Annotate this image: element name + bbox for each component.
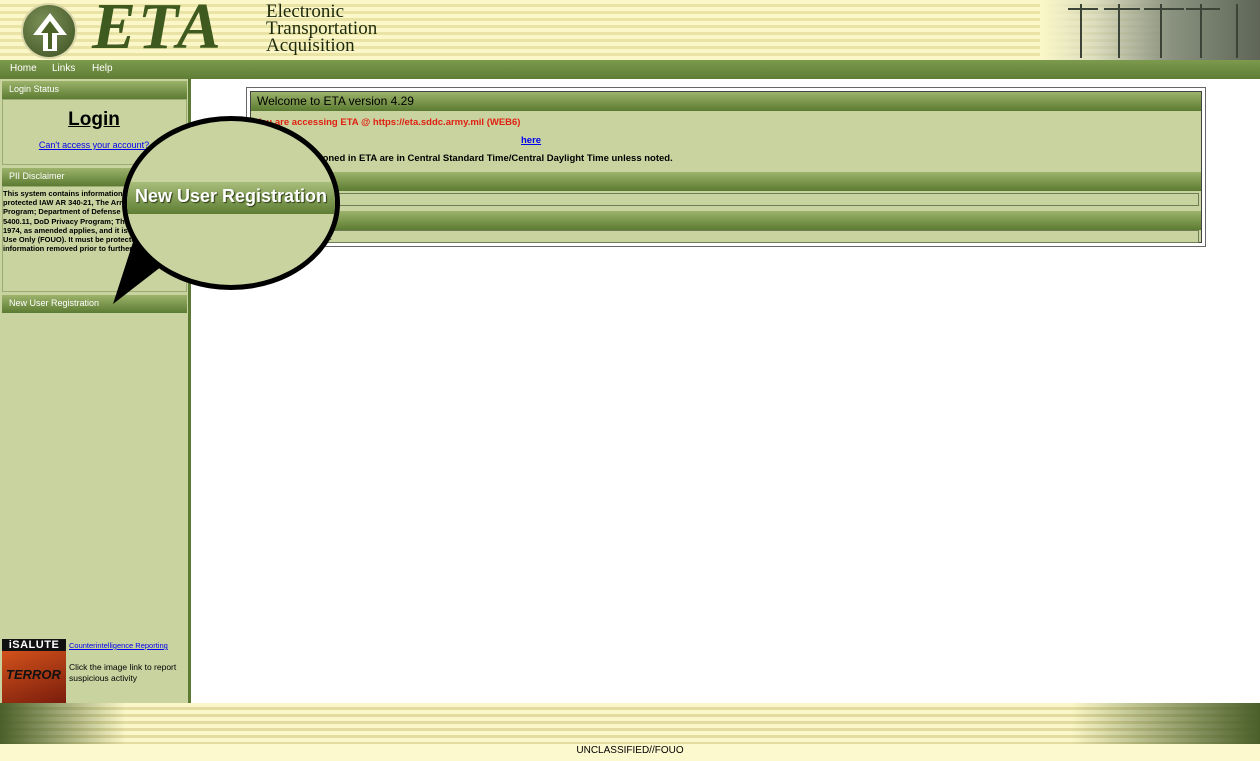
isalute-image-link[interactable]: iSALUTE TERROR <box>2 639 66 703</box>
section-content-box: y. <box>255 230 1199 243</box>
isalute-banner-text: iSALUTE <box>2 639 66 651</box>
eta-logo-text: ETA <box>92 0 223 60</box>
welcome-title: Welcome to ETA version 4.29 <box>257 94 414 108</box>
main-content: Welcome to ETA version 4.29 You are acce… <box>194 79 1260 703</box>
section-header <box>251 172 1201 191</box>
magnified-label: New User Registration <box>135 186 328 206</box>
welcome-panel: Welcome to ETA version 4.29 You are acce… <box>246 87 1206 247</box>
footer-banner <box>0 703 1260 744</box>
top-nav-bar: Home Links Help <box>0 60 1260 79</box>
accessing-server-text: You are accessing ETA @ https://eta.sddc… <box>255 117 521 128</box>
port-cranes-image <box>1040 0 1260 60</box>
welcome-header: Welcome to ETA version 4.29 <box>251 92 1201 111</box>
login-link[interactable]: Login <box>0 109 188 131</box>
page: ETA Electronic Transportation Acquisitio… <box>0 0 1260 761</box>
login-status-header: Login Status <box>2 81 187 99</box>
welcome-panel-inner: Welcome to ETA version 4.29 You are acce… <box>250 91 1202 243</box>
magnifier-callout: New User Registration <box>122 116 340 290</box>
nav-home-link[interactable]: Home <box>10 63 37 74</box>
section-header <box>251 211 1201 230</box>
counterintelligence-reporting-link[interactable]: Counterintelligence Reporting <box>69 641 168 650</box>
magnified-new-user-registration: New User Registration <box>127 182 335 214</box>
subtitle-line: Acquisition <box>266 35 355 56</box>
arrow-up-icon <box>33 13 67 51</box>
nav-help-link[interactable]: Help <box>92 63 113 74</box>
here-link[interactable]: here <box>521 135 541 146</box>
isalute-image-word: TERROR <box>6 667 61 682</box>
eta-logo-emblem <box>21 3 77 59</box>
header-banner: ETA Electronic Transportation Acquisitio… <box>0 0 1260 60</box>
footer-bar: UNCLASSIFIED//FOUO <box>0 744 1260 761</box>
eta-logo-subtitle: Electronic Transportation Acquisition <box>266 2 377 56</box>
classification-marking: UNCLASSIFIED//FOUO <box>576 745 684 756</box>
isalute-caption: Click the image link to report suspiciou… <box>69 662 177 683</box>
nav-links-link[interactable]: Links <box>52 63 75 74</box>
section-content-box <box>255 193 1199 206</box>
isalute-panel: iSALUTE TERROR Counterintelligence Repor… <box>2 639 188 703</box>
